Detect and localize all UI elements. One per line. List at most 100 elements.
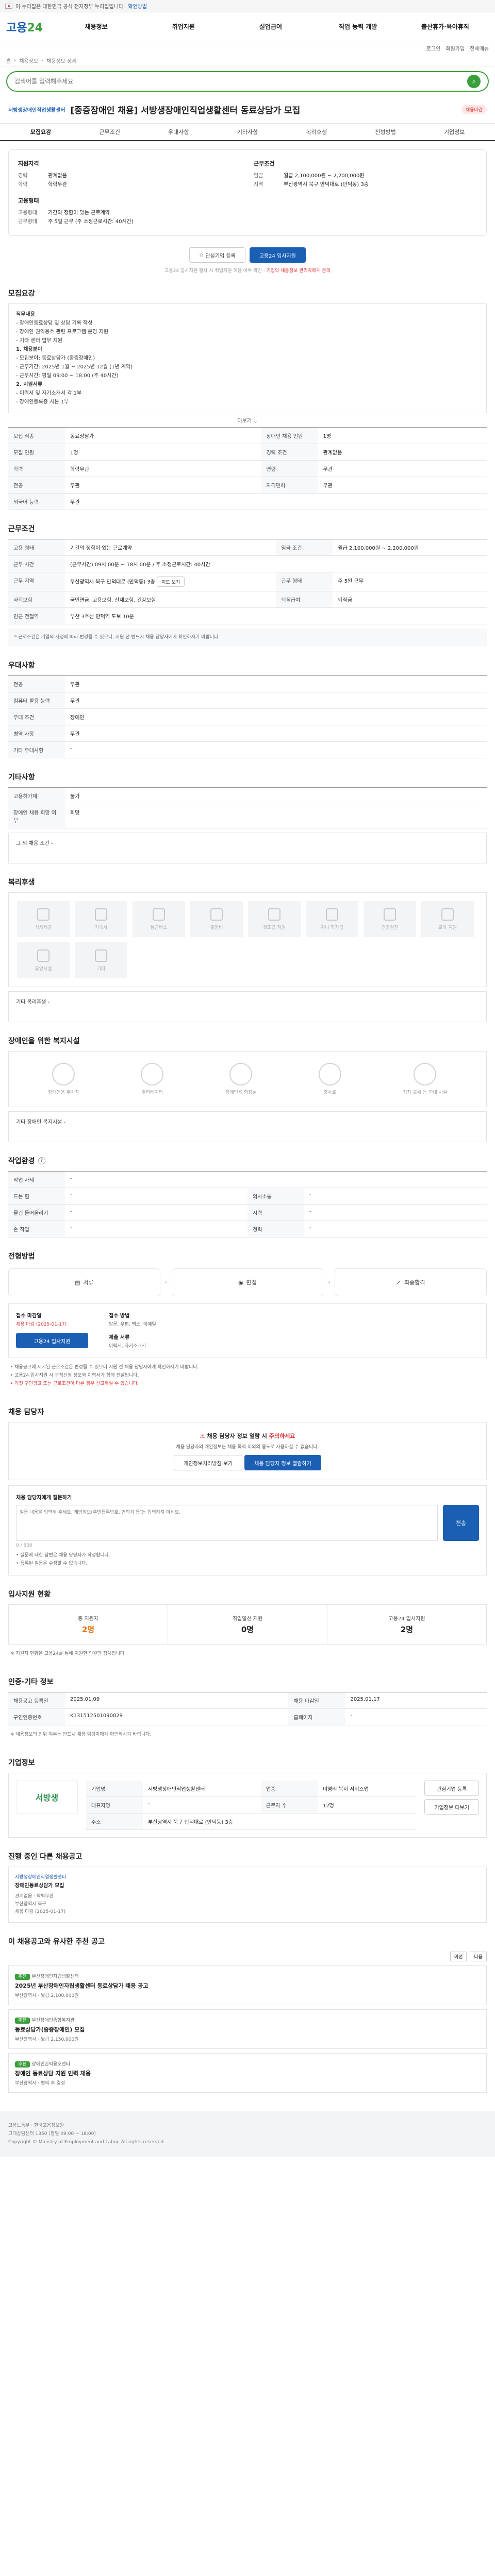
inquiry-box: 채용 담당자에게 질문하기 전송 0 / 500 • 질문에 대한 답변은 채용… (8, 1485, 487, 1575)
tab-company[interactable]: 기업정보 (420, 124, 489, 140)
menu-leave[interactable]: 출산휴가·육아휴직 (402, 22, 489, 31)
menu-jobs[interactable]: 채용정보 (53, 22, 140, 31)
table-row: 물건 들어올리기 - 시력 - (8, 1204, 487, 1221)
search-input[interactable] (14, 78, 467, 85)
status-badge: 채용마감 (461, 105, 487, 114)
dormitory-icon: 기숙사 (75, 901, 127, 937)
interest-company-button[interactable]: ☆ 관심기업 등록 (189, 247, 245, 263)
arrow-right-icon: › (164, 1278, 168, 1286)
breadcrumb-jobs[interactable]: 채용정보 (19, 57, 38, 64)
work-section: 근무조건 고용 형태 기간의 정함이 있는 근로계약 임금 조건 월급 2,100,0… (0, 514, 495, 651)
recruit-more-button[interactable]: 더보기 ⌄ (8, 413, 487, 427)
alert-icon: ⚠ (200, 1433, 207, 1439)
table-row: 고용 형태 기간의 정함이 있는 근로계약 임금 조건 월급 2,100,000원 ~… (8, 539, 487, 556)
next-button[interactable]: 다음 (470, 1952, 487, 1961)
summary-right: 근무조건 임금 월급 2,100,000원 ~ 2,200,000원 지역 부산광역… (254, 159, 477, 226)
process-section: 전형방법 ▤ 서류 › ◉ 면접 › ✓ 최종합격 접수 마감일 채용 마감 (202… (0, 1242, 495, 1397)
company-more-button[interactable]: 기업정보 더보기 (424, 1799, 479, 1815)
gift-icon: 경조금 지원 (248, 901, 301, 937)
gov-banner-more-link[interactable]: 확인방법 (128, 2, 147, 10)
job-title-bar: 서방생장애인직업생활센터 [중증장애인 채용] 서방생장애인직업생활센터 동료상… (0, 96, 495, 124)
tab-pref[interactable]: 우대사항 (144, 124, 213, 140)
menu-unemployment[interactable]: 실업급여 (227, 22, 314, 31)
site-logo[interactable]: 고용24 (6, 19, 53, 35)
footer: 고용노동부 · 한국고용정보원 고객상담센터 1350 (평일 09:00 ~ … (0, 2111, 495, 2157)
section-title: 전형방법 (8, 1252, 35, 1261)
company-name[interactable]: 서방생장애인직업생활센터 (8, 106, 65, 113)
section-title: 기타사항 (8, 773, 35, 782)
table-row: 구인인증번호 K131512501090029 홈페이지 - (8, 1708, 487, 1725)
education-icon: 교육 지원 (421, 901, 474, 937)
pref-table: 전공 무관 컴퓨터 활용 능력 무관 우대 조건 장애인 병역 사항 무관 기타 우대사… (8, 675, 487, 758)
signup-link[interactable]: 회원가입 (446, 44, 465, 52)
menu-support[interactable]: 취업지원 (140, 22, 227, 31)
recommend-section: 이 채용공고와 유사한 추천 공고 이전 다음 추천 부산장애인자립생활센터 202… (0, 1927, 495, 2101)
work-table: 고용 형태 기간의 정함이 있는 근로계약 임금 조건 월급 2,100,000원 ~… (8, 539, 487, 624)
step-interview: ◉ 면접 (171, 1268, 324, 1296)
chevron-down-icon: ⌄ (253, 418, 258, 424)
main-menu: 채용정보 취업지원 실업급여 직업 능력 개발 출산휴가·육아휴직 (53, 22, 489, 31)
top-navigation: 고용24 채용정보 취업지원 실업급여 직업 능력 개발 출산휴가·육아휴직 (0, 12, 495, 41)
arrow-right-icon: › (327, 1278, 331, 1286)
job-env-table: 작업 자세 - 드는 힘 - 의사소통 - 물건 들어올리기 - 시력 - 손 작업 - 청력 - (8, 1171, 487, 1238)
table-row: 병역 사항 무관 (8, 725, 487, 742)
summary-cond-title: 근무조건 (254, 160, 275, 167)
menu-training[interactable]: 직업 능력 개발 (315, 22, 402, 31)
job-summary: 지원자격 경력 관계없음 학력 학력무관 고용형태 고용형태 기간의 정함이 있는 근… (8, 149, 487, 236)
star-icon: ☆ (199, 252, 206, 258)
prev-button[interactable]: 이전 (450, 1952, 467, 1961)
table-row: 전공 무관 (8, 675, 487, 692)
company-interest-button[interactable]: 관심기업 등록 (424, 1781, 479, 1796)
company-box: 서방생 기업명 서방생장애인직업생활센터 업종 비영리 복지 서비스업 대표자명 - 근로… (8, 1773, 487, 1838)
tab-welfare[interactable]: 복리후생 (282, 124, 351, 140)
all-menu-link[interactable]: 전체메뉴 (470, 44, 489, 52)
map-button[interactable]: 지도 보기 (157, 577, 185, 587)
work-note: * 근로조건은 기업의 사정에 따라 변경될 수 있으니, 지원 전 반드시 채… (8, 629, 487, 647)
breadcrumb-home[interactable]: 홈 (6, 57, 11, 64)
disability-icons: 장애인용 주차장 엘리베이터 장애인용 화장실 경사로 점자 블록 등 안내 시… (8, 1051, 487, 1107)
section-title: 우대사항 (8, 662, 35, 670)
list-item[interactable]: 추천 부산장애인종합복지관 동료상담가(중증장애인) 모집 부산광역시 · 월급 2,… (8, 2009, 487, 2049)
gov-banner: 이 누리집은 대한민국 공식 전자정부 누리집입니다. 확인방법 (0, 0, 495, 12)
tab-recruit[interactable]: 모집요강 (6, 124, 75, 140)
list-item[interactable]: 서방생장애인직업생활센터 장애인동료상담가 모집 관계없음 · 학력무관 부산광… (8, 1867, 487, 1923)
etc-table: 고용허가제 불가 장애인 채용 희망 여부 희망 (8, 787, 487, 828)
char-count: 0 / 500 (16, 1543, 32, 1548)
section-tabs: 모집요강 근무조건 우대사항 기타사항 복리후생 전형방법 기업정보 (0, 124, 495, 141)
table-row: 작업 자세 - (8, 1171, 487, 1188)
etc-section: 기타사항 고용허가제 불가 장애인 채용 희망 여부 희망 그 외 채용 조건 - (0, 762, 495, 868)
tab-etc[interactable]: 기타사항 (213, 124, 282, 140)
recruit-section: 모집요강 직무내용 - 장애인동료상담 및 상담 기록 작성 - 장애인 권익옹… (0, 279, 495, 514)
meal-icon: 식사제공 (17, 901, 70, 937)
help-icon[interactable]: ? (38, 1157, 45, 1164)
list-item[interactable]: 추천 부산장애인자립생활센터 2025년 부산장애인자립생활센터 동료상담가 채용 … (8, 1965, 487, 2005)
inquiry-textarea[interactable] (16, 1505, 438, 1541)
step-final: ✓ 최종합격 (335, 1268, 487, 1296)
tuition-icon: 자녀 학자금 (306, 901, 358, 937)
view-contact-button[interactable]: 채용 담당자 정보 열람하기 (244, 1455, 321, 1470)
contact-box: ⚠ 채용 담당자 정보 열람 시 주의하세요 채용 담당자의 개인정보는 채용 … (8, 1422, 487, 1480)
list-item[interactable]: 추천 장애인권익옹호센터 장애인 동료상담 지원 인력 채용 부산광역시 · 협의 후… (8, 2053, 487, 2093)
section-title: 인증·기타 정보 (8, 1678, 54, 1686)
company-section: 기업정보 서방생 기업명 서방생장애인직업생활센터 업종 비영리 복지 서비스업 대표… (0, 1748, 495, 1842)
apply-button[interactable]: 고용24 입사지원 (249, 247, 306, 263)
summary-left: 지원자격 경력 관계없음 학력 학력무관 고용형태 고용형태 기간의 정함이 있는 근… (18, 159, 241, 226)
resort-icon: 휴양시설 (17, 942, 70, 978)
tab-work[interactable]: 근무조건 (75, 124, 144, 140)
welfare-icons: 식사제공 기숙사 통근버스 출장비 경조금 지원 자녀 학자금 건강검진 교육 … (8, 892, 487, 987)
table-row: 장애인 채용 희망 여부 희망 (8, 804, 487, 828)
search-icon[interactable]: ⌕ (467, 75, 481, 88)
section-title: 이 채용공고와 유사한 추천 공고 (8, 1938, 105, 1946)
contact-section: 채용 담당자 ⚠ 채용 담당자 정보 열람 시 주의하세요 채용 담당자의 개인… (0, 1397, 495, 1580)
login-link[interactable]: 로그인 (426, 44, 441, 52)
process-steps: ▤ 서류 › ◉ 면접 › ✓ 최종합격 (8, 1266, 487, 1298)
send-button[interactable]: 전송 (443, 1505, 479, 1541)
recruit-table: 모집 직종 동료상담가 장애인 채용 인원 1명 모집 인원 1명 경력 조건 관계없음 학… (8, 427, 487, 510)
privacy-policy-button[interactable]: 개인정보처리방침 보기 (174, 1455, 243, 1470)
tab-process[interactable]: 전형방법 (351, 124, 420, 140)
check-icon: ✓ (396, 1279, 401, 1286)
bus-icon: 통근버스 (133, 901, 185, 937)
elevator-icon: 엘리베이터 (141, 1063, 164, 1095)
disability-section: 장애인을 위한 복지시설 장애인용 주차장 엘리베이터 장애인용 화장실 경사로… (0, 1026, 495, 1146)
process-apply-button[interactable]: 고용24 입사지원 (16, 1333, 88, 1348)
